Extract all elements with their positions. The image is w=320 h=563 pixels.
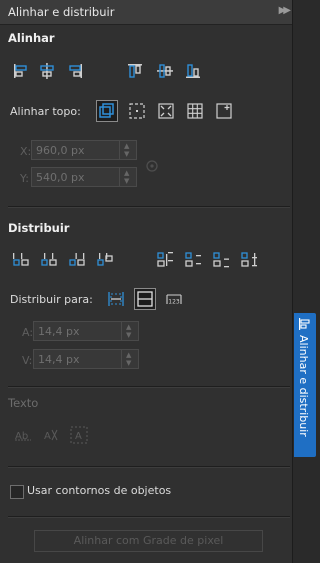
use-object-outlines-label: Usar contornos de objetos	[27, 484, 172, 497]
a-spinner[interactable]: ▲ ▼	[121, 322, 138, 340]
docker-side-tab-label: Alinhar e distribuir	[297, 335, 310, 437]
grid-icon	[187, 103, 203, 119]
selection-extent-icon	[108, 292, 124, 306]
x-label: X:	[20, 145, 32, 158]
text-last-baseline-icon[interactable]: A	[42, 426, 60, 444]
divider	[8, 206, 290, 208]
svg-text:123: 123	[168, 299, 180, 306]
active-objects-icon	[99, 103, 114, 118]
align-to-pixel-grid-button[interactable]: Alinhar com Grade de pixel	[34, 530, 263, 552]
align-tab-icon	[299, 318, 310, 330]
align-center-h-icon[interactable]	[38, 62, 56, 80]
dist-top-icon[interactable]	[156, 251, 174, 269]
x-value: 960,0 px	[36, 144, 85, 157]
align-bottom-icon[interactable]	[184, 62, 202, 80]
align-to-pixel-grid-label: Alinhar com Grade de pixel	[73, 534, 224, 547]
dist-left-icon[interactable]	[12, 251, 30, 269]
align-to-grid[interactable]	[184, 100, 206, 122]
align-right-icon[interactable]	[66, 62, 84, 80]
page-extent-icon	[137, 291, 153, 307]
panel-title: Alinhar e distribuir	[8, 5, 115, 19]
dist-spacing-v-icon[interactable]	[212, 251, 230, 269]
spacing-icon: 123	[166, 294, 182, 306]
collapse-panel-icon[interactable]: ▶▶	[279, 5, 292, 16]
dist-bottom-icon[interactable]	[240, 251, 258, 269]
distribute-to-page[interactable]	[134, 288, 156, 310]
a-value: 14,4 px	[38, 325, 80, 338]
horizontal-spacing-field[interactable]: 14,4 px ▲ ▼	[33, 321, 139, 341]
distribute-section-title: Distribuir	[8, 221, 70, 235]
v-spinner[interactable]: ▲ ▼	[121, 350, 138, 368]
divider	[8, 516, 290, 518]
svg-text:A: A	[75, 431, 82, 442]
align-distribute-panel: Alinhar e distribuir ▶▶ Alinhar Alinhar …	[0, 0, 293, 563]
align-left-icon[interactable]	[12, 62, 30, 80]
y-value: 540,0 px	[36, 171, 85, 184]
panel-titlebar: Alinhar e distribuir ▶▶	[0, 0, 292, 25]
y-label: Y:	[20, 172, 29, 185]
text-first-baseline-icon[interactable]: Ab	[14, 426, 32, 444]
docker-side-tab[interactable]: Alinhar e distribuir	[294, 313, 316, 457]
y-position-field[interactable]: 540,0 px ▲ ▼	[31, 167, 137, 187]
divider	[8, 466, 290, 468]
distribute-to-selection[interactable]	[105, 288, 127, 310]
align-to-page-center[interactable]	[155, 100, 177, 122]
align-center-v-icon[interactable]	[156, 62, 174, 80]
align-to-page-edge[interactable]	[126, 100, 148, 122]
vertical-spacing-field[interactable]: 14,4 px ▲ ▼	[33, 349, 139, 369]
x-position-field[interactable]: 960,0 px ▲ ▼	[31, 140, 137, 160]
use-object-outlines-checkbox[interactable]	[10, 485, 24, 499]
align-section-title: Alinhar	[8, 31, 55, 45]
text-bbox-icon[interactable]: A	[70, 426, 88, 444]
distribute-to-label: Distribuir para:	[10, 293, 93, 306]
align-to-active-objects[interactable]	[96, 100, 118, 122]
dist-spacing-h-icon[interactable]	[68, 251, 86, 269]
text-section-title: Texto	[8, 396, 39, 410]
align-to-label: Alinhar topo:	[10, 105, 81, 118]
divider	[8, 386, 290, 388]
x-spinner[interactable]: ▲ ▼	[119, 141, 136, 159]
v-value: 14,4 px	[38, 353, 80, 366]
dist-center-v-icon[interactable]	[184, 251, 202, 269]
specified-point-icon	[216, 103, 232, 119]
distribute-to-spacing[interactable]: 123	[163, 288, 185, 310]
align-to-specified-point[interactable]	[213, 100, 235, 122]
page-edge-icon	[129, 103, 145, 119]
y-spinner[interactable]: ▲ ▼	[119, 168, 136, 186]
dist-center-h-icon[interactable]	[40, 251, 58, 269]
dist-right-icon[interactable]	[96, 251, 114, 269]
v-label: V:	[22, 354, 33, 367]
svg-text:A: A	[44, 431, 51, 442]
link-xy-icon[interactable]	[145, 159, 159, 173]
a-label: A:	[22, 326, 34, 339]
page-center-icon	[158, 103, 174, 119]
align-top-icon[interactable]	[126, 62, 144, 80]
